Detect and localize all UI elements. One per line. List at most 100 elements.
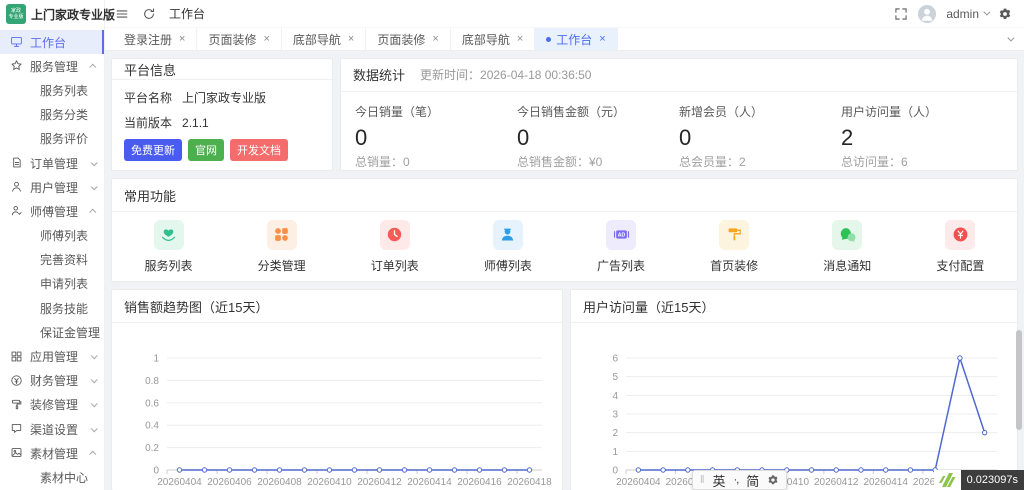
- navbar-left: 工作台: [115, 5, 205, 22]
- breadcrumb: 工作台: [169, 7, 206, 21]
- sidebar-item-service-category[interactable]: 服务分类: [0, 103, 104, 127]
- sales-trend-chart: 0 0.2 0.4 0.6 0.8 1 20260404 20260406 20260408 20…: [145, 354, 552, 489]
- svg-text:0: 0: [612, 466, 618, 477]
- quick-label: 订单列表: [370, 258, 419, 273]
- ime-punctuation-toggle[interactable]: ·,: [734, 474, 740, 486]
- tab-label: 工作台: [556, 32, 593, 47]
- refresh-icon[interactable]: [142, 7, 156, 21]
- tab-bottom-nav-1[interactable]: 底部导航 ×: [282, 28, 367, 50]
- stat-subtext: 总访问量：6: [841, 155, 908, 169]
- sidebar-item-finance-management[interactable]: 财务管理: [0, 369, 104, 393]
- platform-name-value: 上门家政专业版: [182, 91, 267, 105]
- quick-order-list[interactable]: 订单列表: [338, 219, 451, 274]
- sidebar-item-order-management[interactable]: 订单管理: [0, 151, 104, 175]
- svg-text:2: 2: [612, 428, 618, 439]
- tab-close-icon[interactable]: ×: [432, 33, 438, 45]
- user-visits-chart: 0123456202604042026040620260408202604102…: [612, 354, 1007, 489]
- sidebar-item-deposit-management[interactable]: 保证金管理: [0, 320, 104, 344]
- main-area: 工作台 admin 登录注册 × 页面装修 × 底部导航 × 页面装修 × 底部导航 × 工作台 × …: [105, 0, 1024, 490]
- ime-language-toggle[interactable]: 英: [713, 471, 726, 490]
- svg-text:0.6: 0.6: [145, 398, 159, 409]
- sidebar-item-label: 素材中心: [40, 470, 89, 485]
- tab-close-icon[interactable]: ×: [263, 33, 269, 45]
- sidebar-item-worker-list[interactable]: 师傅列表: [0, 224, 104, 248]
- sidebar-item-label: 服务评价: [40, 132, 89, 147]
- page-trace-badge[interactable]: 0.023097s: [933, 470, 1024, 490]
- sidebar-item-material-management[interactable]: 素材管理: [0, 441, 104, 465]
- sidebar-item-service-review[interactable]: 服务评价: [0, 127, 104, 151]
- ime-toolbar: ‖ 英 ·, 简: [692, 470, 788, 490]
- trace-render-time: 0.023097s: [960, 470, 1024, 490]
- tab-bottom-nav-2[interactable]: 底部导航 ×: [451, 28, 536, 50]
- tab-page-decorate-2[interactable]: 页面装修 ×: [366, 28, 451, 50]
- tab-close-icon[interactable]: ×: [179, 33, 185, 45]
- tab-close-icon[interactable]: ×: [348, 33, 354, 45]
- dev-docs-button[interactable]: 开发文档: [230, 139, 288, 161]
- sidebar-item-material-center[interactable]: 素材中心: [0, 465, 104, 489]
- stat-value: 0: [517, 124, 530, 150]
- svg-text:20260418: 20260418: [507, 477, 552, 488]
- sidebar-item-label: 保证金管理: [40, 325, 101, 340]
- sidebar-item-service-management[interactable]: 服务管理: [0, 54, 104, 78]
- svg-text:20260408: 20260408: [257, 477, 302, 488]
- coin-icon: [10, 374, 24, 388]
- ime-drag-handle[interactable]: ‖: [700, 474, 705, 486]
- pay-yen-icon: [945, 219, 976, 250]
- sidebar-item-service-list[interactable]: 服务列表: [0, 78, 104, 102]
- scrollbar-thumb[interactable]: [1016, 330, 1022, 430]
- tab-close-icon[interactable]: ×: [599, 33, 605, 45]
- sidebar-item-label: 服务技能: [40, 301, 89, 316]
- quick-label: 分类管理: [257, 258, 306, 273]
- chevron-down-icon: [90, 400, 98, 408]
- sidebar-item-label: 完善资料: [40, 253, 89, 268]
- tab-label: 登录注册: [124, 32, 173, 47]
- svg-text:3: 3: [612, 410, 618, 421]
- tab-list-dropdown[interactable]: [994, 28, 1024, 50]
- quick-ad-list[interactable]: AD 广告列表: [565, 219, 678, 274]
- grid-icon: [10, 350, 24, 364]
- quick-pay-config[interactable]: 支付配置: [904, 219, 1017, 274]
- logo-text-line2: 专业版: [8, 14, 24, 20]
- doc-icon: [10, 156, 24, 170]
- tab-login-register[interactable]: 登录注册 ×: [113, 28, 198, 50]
- quick-service-list[interactable]: 服务列表: [112, 219, 225, 274]
- sidebar-item-workbench[interactable]: 工作台: [0, 30, 104, 55]
- sidebar-item-label: 服务管理: [30, 59, 79, 74]
- tab-label: 底部导航: [461, 32, 510, 47]
- sidebar-item-service-skills[interactable]: 服务技能: [0, 296, 104, 320]
- settings-gear-icon[interactable]: [998, 7, 1012, 21]
- svg-text:6: 6: [612, 354, 618, 365]
- official-site-button[interactable]: 官网: [188, 139, 224, 161]
- tab-bar: 登录注册 × 页面装修 × 底部导航 × 页面装修 × 底部导航 × 工作台 ×: [105, 28, 1024, 51]
- fullscreen-icon[interactable]: [894, 7, 908, 21]
- sidebar-item-decoration-management[interactable]: 装修管理: [0, 393, 104, 417]
- sidebar-item-label: 师傅列表: [40, 229, 89, 244]
- ad-badge-icon: AD: [606, 219, 637, 250]
- quick-label: 支付配置: [936, 258, 985, 273]
- tab-close-icon[interactable]: ×: [517, 33, 523, 45]
- tab-page-decorate-1[interactable]: 页面装修 ×: [197, 28, 282, 50]
- svg-text:0.2: 0.2: [145, 443, 159, 454]
- tab-workbench[interactable]: 工作台 ×: [535, 28, 618, 50]
- sidebar-item-application-list[interactable]: 申请列表: [0, 272, 104, 296]
- free-update-button[interactable]: 免费更新: [124, 139, 182, 161]
- user-menu[interactable]: admin: [946, 7, 991, 21]
- quick-message-notify[interactable]: 消息通知: [791, 219, 904, 274]
- heart-hand-icon: [153, 219, 184, 250]
- ime-settings-icon[interactable]: [767, 474, 779, 486]
- sidebar-item-worker-management[interactable]: 师傅管理: [0, 199, 104, 223]
- sidebar-item-complete-profile[interactable]: 完善资料: [0, 248, 104, 272]
- collapse-menu-icon[interactable]: [115, 7, 129, 21]
- user-visits-card: 用户访问量（近15天） 0 1 2 3 4 5 6 20260404 20260406 20260…: [570, 289, 1018, 490]
- sidebar-item-user-management[interactable]: 用户管理: [0, 175, 104, 199]
- quick-home-decorate[interactable]: 首页装修: [678, 219, 791, 274]
- sidebar-item-channel-settings[interactable]: 渠道设置: [0, 417, 104, 441]
- quick-category-management[interactable]: 分类管理: [225, 219, 338, 274]
- user-visits-title: 用户访问量（近15天）: [571, 290, 1017, 323]
- category-icon: [266, 219, 297, 250]
- sidebar-item-app-management[interactable]: 应用管理: [0, 344, 104, 368]
- avatar[interactable]: [918, 4, 937, 23]
- ime-charset-toggle[interactable]: 简: [746, 471, 759, 490]
- platform-version-value: 2.1.1: [182, 116, 209, 130]
- quick-worker-list[interactable]: 师傅列表: [451, 219, 564, 274]
